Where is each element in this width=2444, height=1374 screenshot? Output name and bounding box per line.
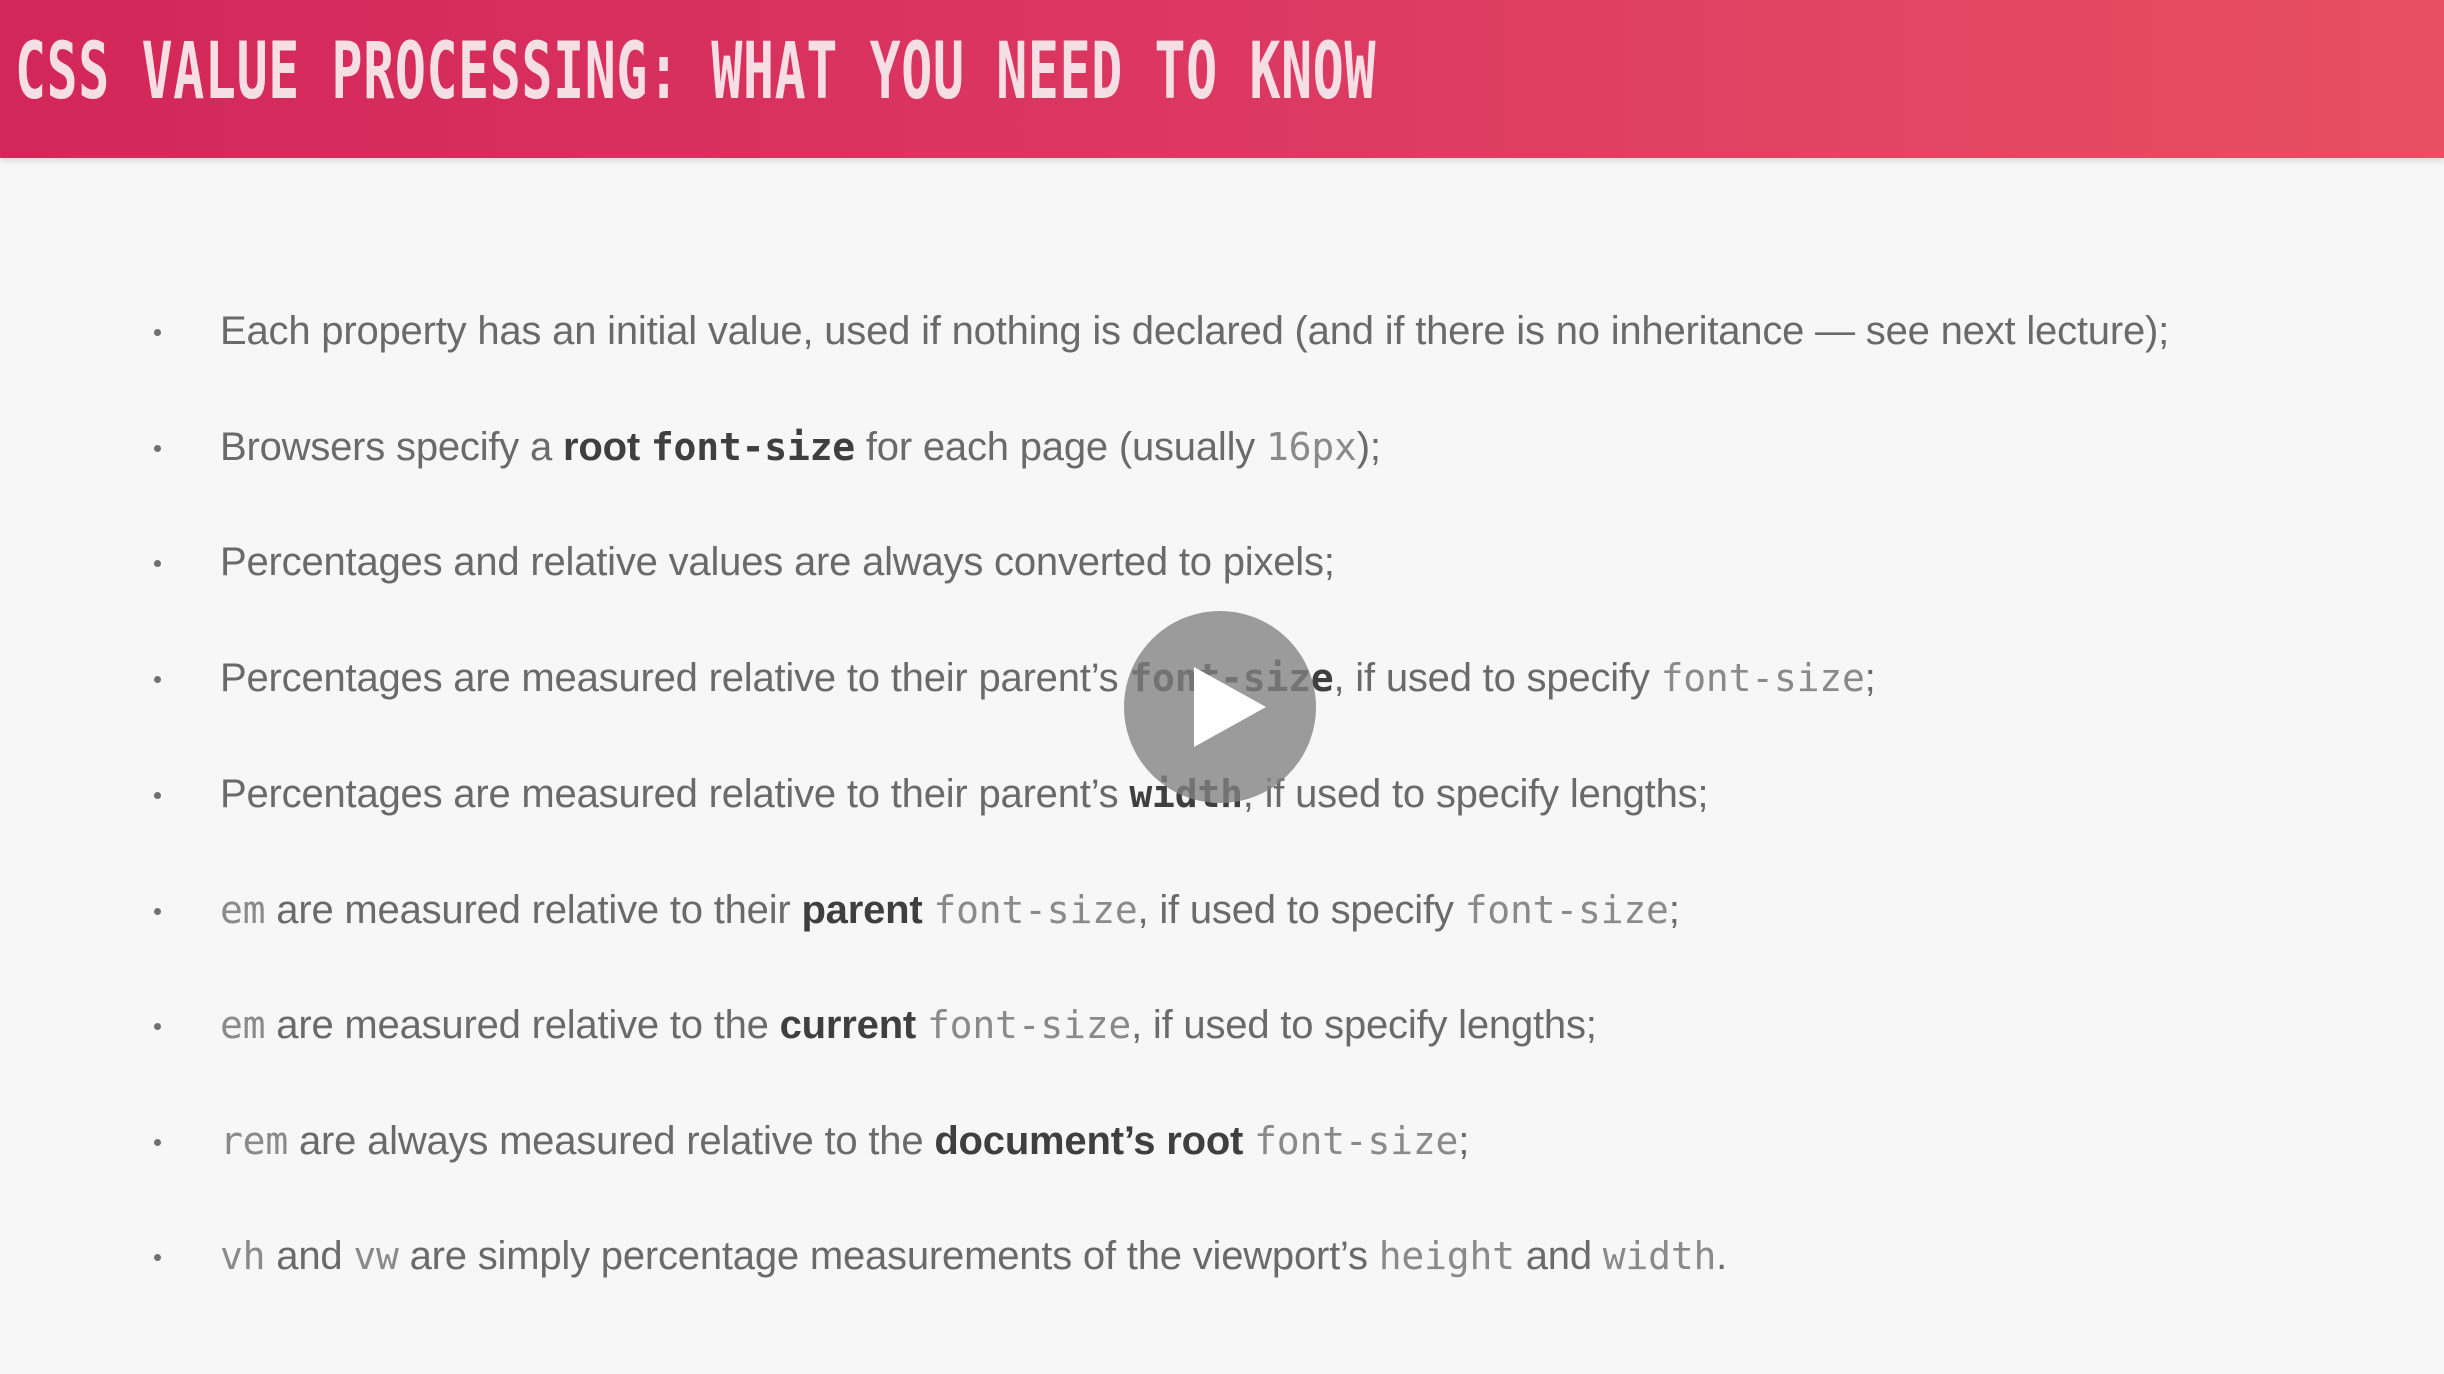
bullet-text: Each property has an initial value, used… — [220, 309, 2170, 353]
bullet-text: Browsers specify a root font-size for ea… — [220, 425, 1381, 469]
play-button[interactable] — [1124, 611, 1316, 803]
bullet-icon — [154, 329, 161, 336]
list-item: vh and vw are simply percentage measurem… — [0, 1226, 2444, 1286]
list-item: em are measured relative to their parent… — [0, 880, 2444, 940]
bullet-icon — [154, 676, 161, 683]
bullet-icon — [154, 1254, 161, 1261]
bullet-text: em are measured relative to the current … — [220, 1003, 1597, 1047]
list-item: em are measured relative to the current … — [0, 995, 2444, 1055]
bullet-icon — [154, 1023, 161, 1030]
bullet-text: Percentages are measured relative to the… — [220, 656, 1876, 700]
bullet-text: em are measured relative to their parent… — [220, 888, 1680, 932]
bullet-text: Percentages and relative values are alwa… — [220, 540, 1335, 584]
bullet-icon — [154, 560, 161, 567]
play-icon — [1194, 667, 1266, 747]
bullet-icon — [154, 908, 161, 915]
list-item: Browsers specify a root font-size for ea… — [0, 417, 2444, 477]
bullet-icon — [154, 1139, 161, 1146]
bullet-text: rem are always measured relative to the … — [220, 1119, 1470, 1163]
list-item: rem are always measured relative to the … — [0, 1111, 2444, 1171]
bullet-text: Percentages are measured relative to the… — [220, 772, 1709, 816]
list-item: Each property has an initial value, used… — [0, 301, 2444, 361]
bullet-text: vh and vw are simply percentage measurem… — [220, 1234, 1728, 1278]
bullet-icon — [154, 445, 161, 452]
bullet-icon — [154, 792, 161, 799]
list-item: Percentages and relative values are alwa… — [0, 532, 2444, 592]
